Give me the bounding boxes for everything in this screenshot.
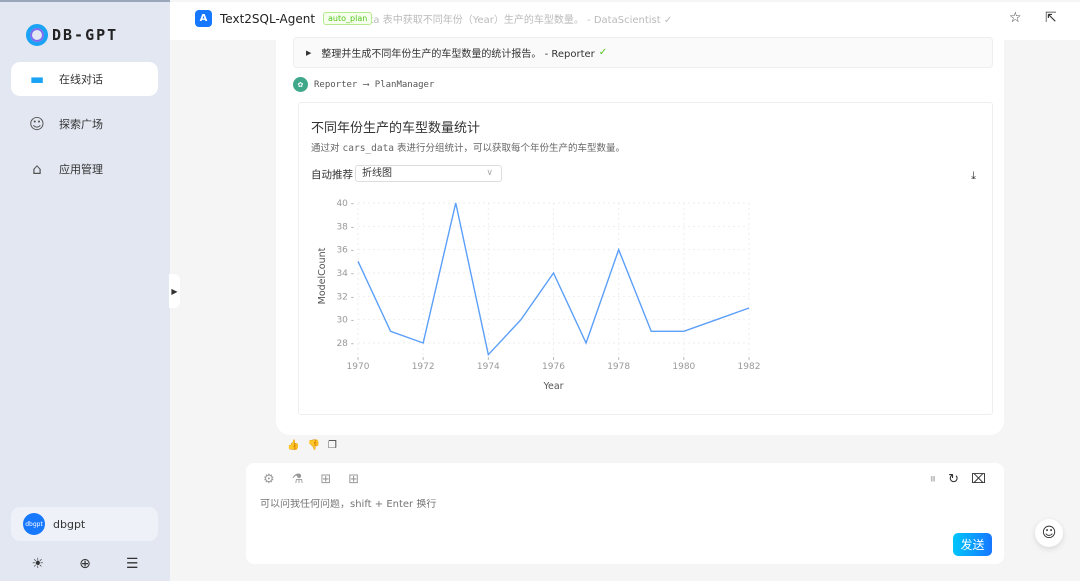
settings-gear-icon[interactable]: ⚙ <box>263 472 275 487</box>
x-tick-label: 1976 <box>542 362 565 372</box>
chat-input-box: ⚙ ⚗ ⊞ ⊞ ⏸ ↻ ⌧ 发送 <box>246 463 1004 564</box>
copy-icon[interactable]: ❐ <box>328 440 337 451</box>
send-button[interactable]: 发送 <box>953 533 992 556</box>
y-axis-label: ModelCount <box>317 247 328 304</box>
sliders-icon[interactable]: ⊞ <box>348 472 359 487</box>
refresh-icon[interactable]: ↻ <box>948 472 959 487</box>
y-tick-label: 36 - <box>336 246 354 256</box>
y-tick-label: 28 - <box>336 339 354 349</box>
y-tick-label: 32 - <box>336 292 354 302</box>
sliders-icon[interactable]: ⊞ <box>320 472 331 487</box>
x-tick-label: 1972 <box>412 362 435 372</box>
x-tick-label: 1974 <box>477 362 500 372</box>
x-axis-label: Year <box>542 381 563 392</box>
thumbs-up-icon[interactable]: 👍 <box>287 440 299 451</box>
clear-brush-icon[interactable]: ⌧ <box>971 472 986 487</box>
y-tick-label: 30 - <box>336 316 354 326</box>
x-tick-label: 1980 <box>672 362 695 372</box>
y-tick-label: 38 - <box>336 222 354 232</box>
float-smile-button[interactable]: ☺ <box>1035 519 1063 547</box>
x-tick-label: 1970 <box>347 362 370 372</box>
x-tick-label: 1982 <box>738 362 761 372</box>
thumbs-down-icon[interactable]: 👎 <box>307 440 319 451</box>
chat-input[interactable] <box>260 499 860 510</box>
y-tick-label: 40 - <box>336 199 354 209</box>
flask-icon[interactable]: ⚗ <box>292 472 304 487</box>
smile-icon: ☺ <box>1041 525 1057 541</box>
pause-icon[interactable]: ⏸ <box>930 472 937 487</box>
x-tick-label: 1978 <box>607 362 630 372</box>
y-tick-label: 34 - <box>336 269 354 279</box>
